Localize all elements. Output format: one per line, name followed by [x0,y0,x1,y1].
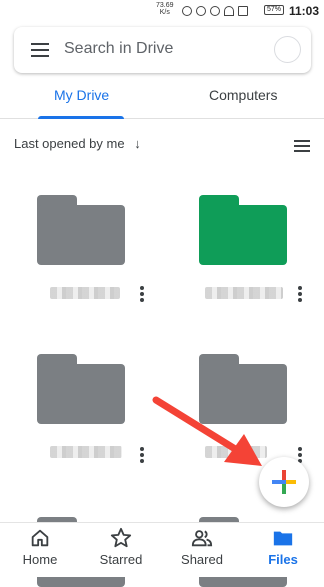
sim-icon [238,6,248,16]
alarm-icon [182,6,192,16]
network-speed: 73.69 K/s [156,2,174,16]
menu-icon[interactable] [31,43,49,57]
battery-icon: 57% [264,5,284,15]
sort-direction-icon: ↓ [134,136,141,151]
folder-thumbnail-icon[interactable] [37,354,125,424]
more-options-icon[interactable] [298,447,302,463]
nav-starred-label: Starred [99,552,143,567]
folder-name-redacted [50,287,120,299]
tab-my-drive[interactable]: My Drive [54,87,109,103]
nav-starred[interactable]: Starred [86,527,156,567]
battery-level: 57% [266,6,281,13]
folder-icon [273,531,293,546]
nav-files[interactable]: Files [248,527,318,567]
avatar[interactable] [274,36,301,63]
star-icon [110,527,132,548]
red-arrow-annotation [152,396,262,466]
sort-control[interactable]: Last opened by me ↓ [14,136,141,151]
network-speed-value: 73.69 [156,2,174,9]
folder-thumbnail-icon[interactable] [199,195,287,265]
more-options-icon[interactable] [140,286,144,302]
list-view-icon[interactable] [294,140,310,152]
tab-computers[interactable]: Computers [209,87,277,103]
network-speed-unit: K/s [159,9,170,16]
nav-files-label: Files [268,552,298,567]
status-time: 11:03 [289,4,320,18]
tab-indicator [38,116,124,119]
bottom-nav: Home Starred Shared Files [0,522,324,577]
nav-shared-label: Shared [181,552,223,567]
wifi-icon [224,6,234,16]
search-bar[interactable]: Search in Drive [14,27,311,73]
folder-name-redacted [50,446,122,458]
folder-thumbnail-icon[interactable] [37,195,125,265]
plus-multicolor-icon [272,470,296,494]
status-bar: 73.69 K/s 57% 11:03 [0,0,324,22]
home-icon [31,529,49,547]
dnd-icon [196,6,206,16]
folder-name-redacted [205,287,283,299]
clock-icon [210,6,220,16]
nav-home[interactable]: Home [5,527,75,567]
status-icons [182,4,248,18]
people-icon [191,530,213,547]
new-button[interactable] [259,457,309,507]
search-input[interactable]: Search in Drive [64,40,173,58]
sort-label: Last opened by me [14,136,125,151]
nav-shared[interactable]: Shared [167,527,237,567]
more-options-icon[interactable] [298,286,302,302]
tab-bar: My Drive Computers [0,78,324,119]
nav-home-label: Home [22,552,58,567]
